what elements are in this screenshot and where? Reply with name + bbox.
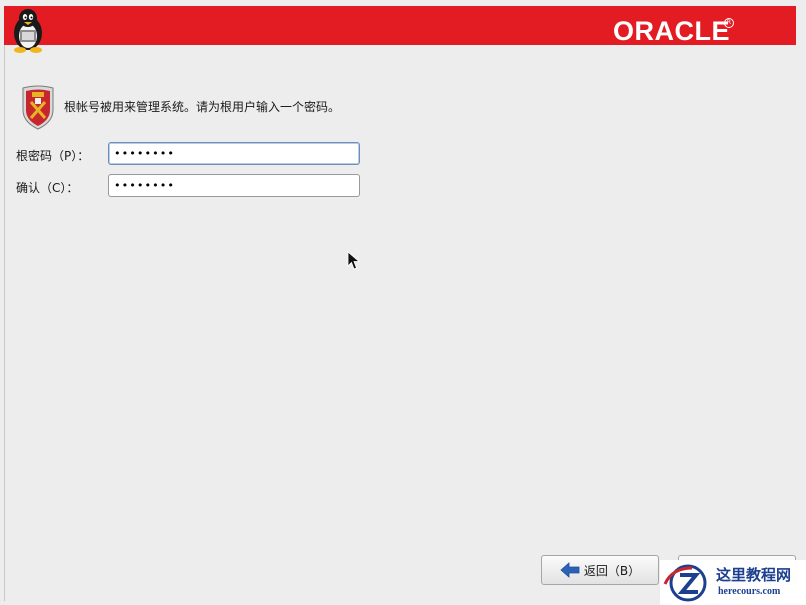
- back-button-label: 返回（B）: [583, 563, 641, 578]
- oracle-logo: ORACLE: [613, 16, 730, 46]
- root-password-field[interactable]: [108, 142, 360, 165]
- watermark: 这里教程网 herecours.com: [660, 560, 806, 605]
- registered-mark: R: [724, 18, 734, 28]
- watermark-url: herecours.com: [718, 586, 781, 597]
- header-banner: ORACLE R: [4, 6, 796, 46]
- tux-penguin-icon: [14, 9, 42, 53]
- confirm-password-field[interactable]: [108, 174, 360, 197]
- installer-window: ORACLE R 根帐号被用来管理系统。请为根用户输入一个密码。 根密码（P）：…: [0, 0, 806, 605]
- shield-icon: [22, 85, 54, 130]
- mouse-cursor-icon: [347, 251, 361, 270]
- left-border: [4, 45, 5, 601]
- watermark-logo-icon: [663, 564, 707, 602]
- back-button[interactable]: 返回（B）: [541, 555, 659, 585]
- instruction-text: 根帐号被用来管理系统。请为根用户输入一个密码。: [64, 100, 341, 114]
- arrow-left-icon: [560, 562, 580, 578]
- root-password-label: 根密码（P）：: [16, 149, 90, 163]
- watermark-title: 这里教程网: [716, 566, 792, 584]
- confirm-password-label: 确认（C）：: [16, 181, 79, 195]
